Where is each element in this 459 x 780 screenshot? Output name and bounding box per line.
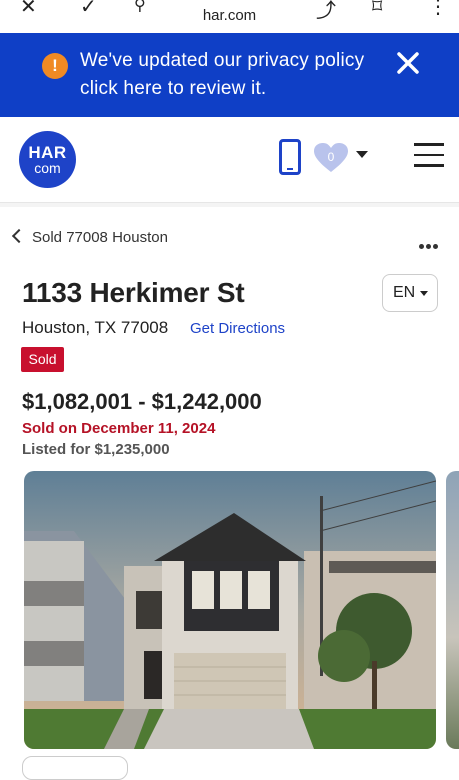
photo-action-button[interactable] bbox=[22, 756, 128, 780]
hamburger-menu-icon[interactable] bbox=[414, 143, 444, 167]
more-actions-icon[interactable] bbox=[419, 236, 440, 254]
language-label: EN bbox=[393, 284, 416, 301]
next-photo-preview[interactable] bbox=[446, 471, 459, 749]
favorites-count: 0 bbox=[327, 150, 335, 164]
price-range: $1,082,001 - $1,242,000 bbox=[22, 389, 262, 414]
more-options-icon[interactable]: ⋮ bbox=[428, 0, 448, 19]
listing-photo[interactable] bbox=[24, 471, 436, 749]
language-selector[interactable]: EN bbox=[382, 274, 438, 312]
share-icon[interactable]: ⤴ bbox=[316, 0, 336, 23]
breadcrumb[interactable]: Sold 77008 Houston bbox=[11, 228, 168, 246]
get-directions-link[interactable]: Get Directions bbox=[190, 320, 285, 337]
favorites-heart-icon[interactable]: 0 bbox=[314, 143, 348, 173]
warning-icon: ! bbox=[42, 53, 68, 79]
url-bar[interactable]: har.com bbox=[0, 7, 459, 24]
breadcrumb-label: Sold 77008 Houston bbox=[32, 229, 168, 246]
logo-subtext: com bbox=[34, 160, 61, 176]
bookmark-icon[interactable]: ⌑ bbox=[372, 0, 382, 19]
phone-icon[interactable] bbox=[279, 139, 301, 175]
back-chevron-icon bbox=[11, 228, 27, 244]
listed-price: Listed for $1,235,000 bbox=[22, 441, 170, 458]
status-badge: Sold bbox=[21, 347, 64, 372]
listing-address: 1133 Herkimer St bbox=[22, 277, 245, 308]
sold-date: Sold on December 11, 2024 bbox=[22, 420, 216, 437]
caret-down-icon bbox=[420, 291, 428, 296]
close-banner-icon[interactable] bbox=[394, 49, 422, 77]
privacy-banner[interactable]: ! We've updated our privacy policy click… bbox=[0, 33, 459, 117]
site-header: HAR com 0 bbox=[0, 117, 459, 203]
browser-toolbar: ✕ ✓ ⚲ har.com ⤴ ⌑ ⋮ bbox=[0, 0, 459, 33]
favorites-dropdown-icon[interactable] bbox=[356, 151, 368, 158]
privacy-message[interactable]: We've updated our privacy policy click h… bbox=[80, 47, 390, 103]
listing-city: Houston, TX 77008 bbox=[22, 318, 169, 337]
har-logo[interactable]: HAR com bbox=[19, 131, 76, 188]
section-divider bbox=[0, 203, 459, 207]
